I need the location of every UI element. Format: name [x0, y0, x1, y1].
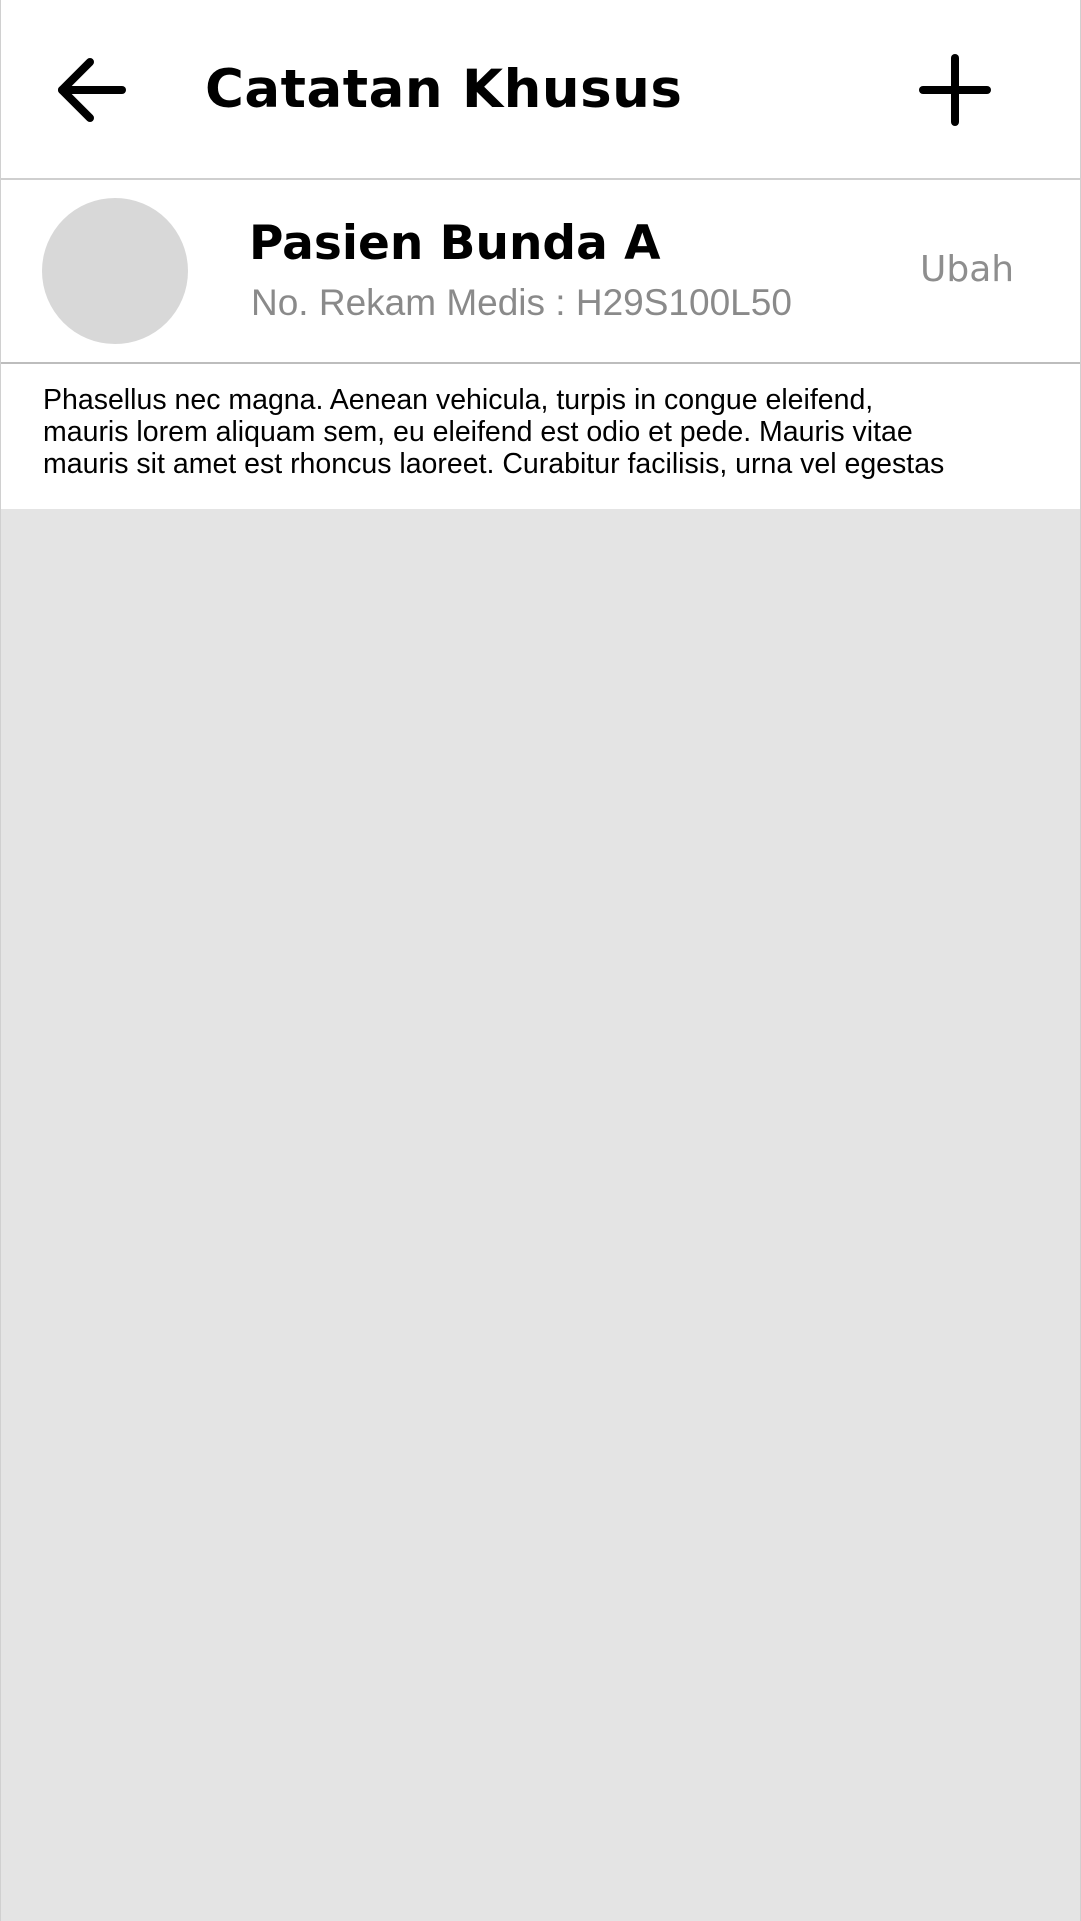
note-line: mauris sit amet est rhoncus laoreet. Cur…	[43, 448, 945, 480]
add-note-button[interactable]	[915, 50, 995, 130]
medical-record-number: No. Rekam Medis : H29S100L50	[251, 282, 792, 323]
note-text: Phasellus nec magna. Aenean vehicula, tu…	[43, 384, 1063, 480]
patient-card: Pasien Bunda A No. Rekam Medis : H29S100…	[0, 180, 1081, 364]
back-button[interactable]	[52, 50, 132, 130]
plus-icon	[919, 54, 991, 126]
avatar	[42, 198, 188, 344]
note-panel: Phasellus nec magna. Aenean vehicula, tu…	[0, 364, 1081, 509]
special-notes-screen: Catatan Khusus Pasien Bunda A No. Rekam …	[0, 0, 1081, 1921]
page-title: Catatan Khusus	[205, 59, 683, 120]
arrow-left-icon	[58, 58, 126, 122]
note-line: Phasellus nec magna. Aenean vehicula, tu…	[43, 384, 874, 416]
edit-button[interactable]: Ubah	[920, 248, 1014, 292]
note-line: mauris lorem aliquam sem, eu eleifend es…	[43, 416, 913, 448]
empty-content-area	[0, 509, 1081, 1921]
app-bar: Catatan Khusus	[0, 0, 1081, 180]
patient-name: Pasien Bunda A	[249, 216, 661, 271]
screen-border-left	[0, 0, 1, 1921]
